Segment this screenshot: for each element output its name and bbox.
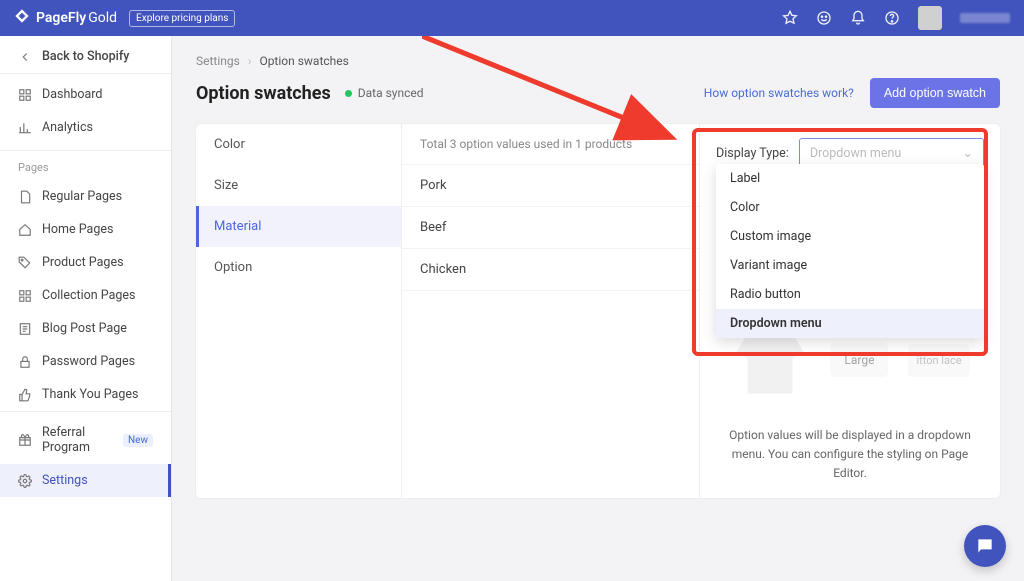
user-name xyxy=(960,13,1010,23)
back-to-shopify[interactable]: Back to Shopify xyxy=(0,40,171,74)
help-link[interactable]: How option swatches work? xyxy=(704,86,854,100)
dropdown-option-label[interactable]: Label xyxy=(716,164,984,193)
chevron-right-icon: › xyxy=(248,54,252,68)
sidebar-item-password-pages[interactable]: Password Pages xyxy=(0,345,171,378)
chevron-down-icon: ⌄ xyxy=(963,145,973,161)
sidebar-item-home-pages[interactable]: Home Pages xyxy=(0,213,171,246)
brand-name: PageFlyGold xyxy=(36,10,117,26)
display-type-dropdown: Label Color Custom image Variant image R… xyxy=(716,164,984,338)
dropdown-option-variant-image[interactable]: Variant image xyxy=(716,251,984,280)
option-tabs: Color Size Material Option xyxy=(196,124,402,498)
display-type-description: Option values will be displayed in a dro… xyxy=(716,426,984,484)
sidebar-item-product-pages[interactable]: Product Pages xyxy=(0,246,171,279)
collection-icon xyxy=(18,289,32,303)
pages-section-title: Pages xyxy=(0,150,171,180)
display-type-column: Display Type: Dropdown menu ⌄ Label Colo… xyxy=(700,124,1000,498)
add-option-swatch-button[interactable]: Add option swatch xyxy=(870,78,1000,108)
sidebar-item-dashboard[interactable]: Dashboard xyxy=(0,78,171,111)
help-icon[interactable] xyxy=(884,10,900,26)
tab-material[interactable]: Material xyxy=(196,206,401,247)
dropdown-option-color[interactable]: Color xyxy=(716,193,984,222)
sidebar-item-label: Settings xyxy=(42,473,88,488)
sidebar-item-label: Password Pages xyxy=(42,354,135,369)
gift-icon xyxy=(18,433,32,447)
tag-icon xyxy=(18,256,32,270)
sidebar-item-thank-you-pages[interactable]: Thank You Pages xyxy=(0,378,171,411)
lock-icon xyxy=(18,355,32,369)
sidebar-item-blog-post[interactable]: Blog Post Page xyxy=(0,312,171,345)
breadcrumb: Settings › Option swatches xyxy=(196,54,1000,68)
preview-chip-large: Large xyxy=(830,343,888,377)
chart-icon xyxy=(18,121,32,135)
content-area: Settings › Option swatches Option swatch… xyxy=(172,36,1024,581)
avatar[interactable] xyxy=(918,6,942,30)
sidebar-item-collection-pages[interactable]: Collection Pages xyxy=(0,279,171,312)
sidebar-item-label: Collection Pages xyxy=(42,288,136,303)
chat-button[interactable] xyxy=(964,525,1006,567)
breadcrumb-current: Option swatches xyxy=(259,54,348,68)
sidebar-item-label: Blog Post Page xyxy=(42,321,127,336)
option-value-row[interactable]: Chicken xyxy=(402,249,699,291)
select-placeholder: Dropdown menu xyxy=(810,146,901,161)
gear-icon xyxy=(18,474,32,488)
sidebar: Back to Shopify Dashboard Analytics Page… xyxy=(0,36,172,581)
dropdown-option-radio-button[interactable]: Radio button xyxy=(716,280,984,309)
new-badge: New xyxy=(123,434,153,447)
sidebar-item-analytics[interactable]: Analytics xyxy=(0,111,171,144)
star-icon[interactable] xyxy=(782,10,798,26)
display-type-label: Display Type: xyxy=(716,146,789,161)
sidebar-item-regular-pages[interactable]: Regular Pages xyxy=(0,180,171,213)
preview-chip-small: itton lace xyxy=(908,344,969,377)
sidebar-item-referral[interactable]: Referral Program New xyxy=(0,416,171,464)
home-icon xyxy=(18,223,32,237)
sync-status: Data synced xyxy=(345,86,424,100)
bell-icon[interactable] xyxy=(850,10,866,26)
sidebar-item-label: Home Pages xyxy=(42,222,113,237)
status-dot-icon xyxy=(345,90,352,97)
grid-icon xyxy=(18,88,32,102)
brand-block: PageFlyGold Explore pricing plans xyxy=(14,8,235,28)
top-bar: PageFlyGold Explore pricing plans xyxy=(0,0,1024,36)
dropdown-option-dropdown-menu[interactable]: Dropdown menu xyxy=(716,309,984,338)
sidebar-item-label: Dashboard xyxy=(42,87,102,102)
breadcrumb-root[interactable]: Settings xyxy=(196,54,240,68)
values-summary: Total 3 option values used in 1 products xyxy=(402,124,699,165)
page-title: Option swatches xyxy=(196,83,331,104)
option-values-column: Total 3 option values used in 1 products… xyxy=(402,124,700,498)
tab-option[interactable]: Option xyxy=(196,247,401,288)
arrow-left-icon xyxy=(18,50,32,64)
sidebar-item-label: Regular Pages xyxy=(42,189,122,204)
blog-icon xyxy=(18,322,32,336)
sidebar-item-label: Product Pages xyxy=(42,255,124,270)
page-icon xyxy=(18,190,32,204)
sidebar-item-label: Back to Shopify xyxy=(42,49,129,64)
option-value-row[interactable]: Beef xyxy=(402,207,699,249)
sidebar-item-label: Thank You Pages xyxy=(42,387,138,402)
sidebar-item-label: Analytics xyxy=(42,120,93,135)
tab-color[interactable]: Color xyxy=(196,124,401,165)
logo-icon xyxy=(14,8,30,28)
tab-size[interactable]: Size xyxy=(196,165,401,206)
sidebar-item-settings[interactable]: Settings xyxy=(0,464,171,497)
dropdown-option-custom-image[interactable]: Custom image xyxy=(716,222,984,251)
swatches-panel: Color Size Material Option Total 3 optio… xyxy=(196,124,1000,498)
emoji-icon[interactable] xyxy=(816,10,832,26)
option-value-row[interactable]: Pork xyxy=(402,165,699,207)
thumbs-up-icon xyxy=(18,388,32,402)
explore-pricing-button[interactable]: Explore pricing plans xyxy=(129,10,235,27)
sidebar-item-label: Referral Program xyxy=(42,425,113,455)
